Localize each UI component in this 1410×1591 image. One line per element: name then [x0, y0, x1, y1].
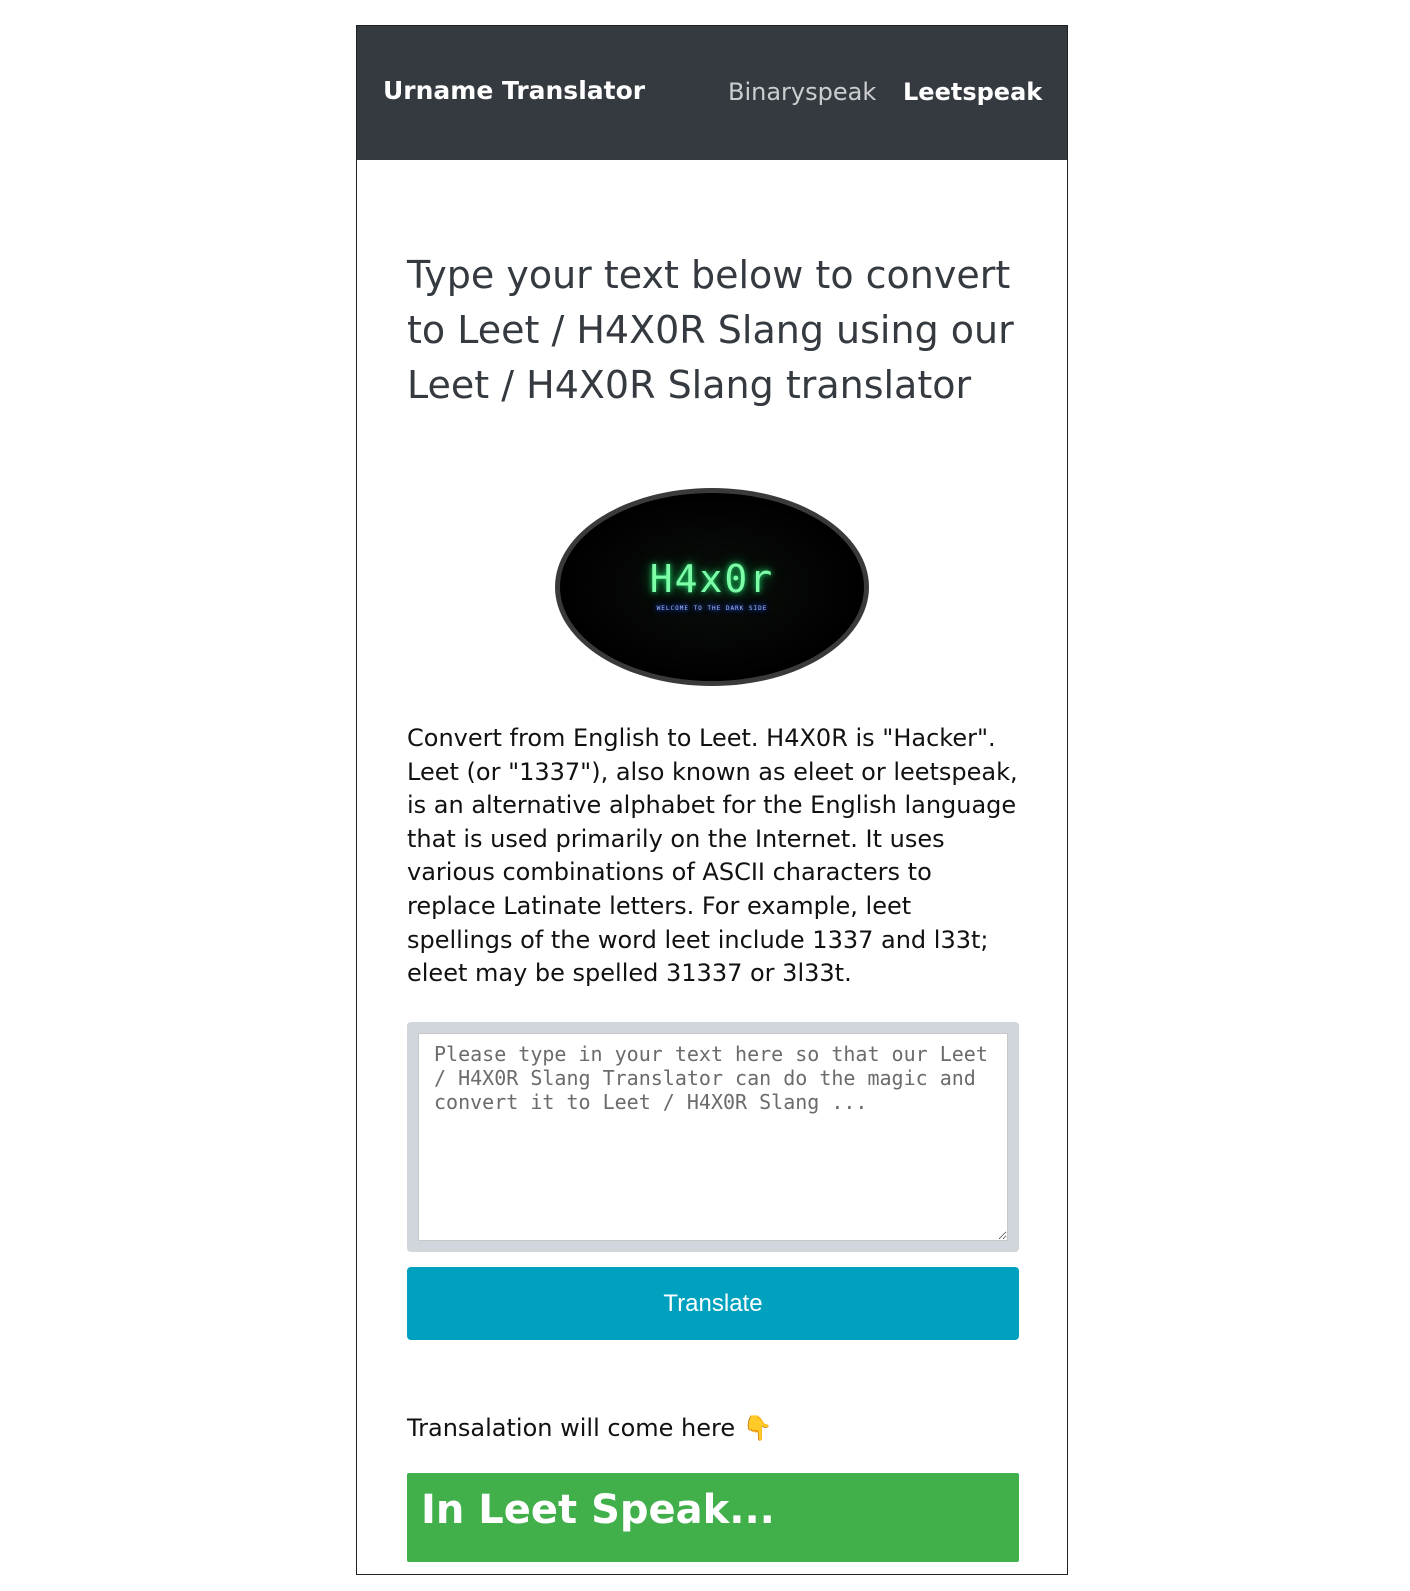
page-frame: Urname Translator Binaryspeak Leetspeak … — [356, 25, 1068, 1575]
input-container — [407, 1022, 1019, 1252]
navbar: Urname Translator Binaryspeak Leetspeak — [357, 26, 1067, 160]
nav-link-leetspeak[interactable]: Leetspeak — [903, 78, 1042, 106]
logo-subtitle: WELCOME TO THE DARK SIDE — [656, 604, 768, 612]
page-title: Type your text below to convert to Leet … — [407, 253, 1014, 407]
translate-button[interactable]: Translate — [407, 1267, 1019, 1340]
brand-logo-link[interactable]: Urname Translator — [383, 76, 645, 105]
result-box: In Leet Speak... — [407, 1473, 1019, 1562]
description-text: Convert from English to Leet. H4X0R is "… — [407, 724, 1018, 988]
nav-link-binaryspeak[interactable]: Binaryspeak — [728, 78, 876, 106]
h4x0r-logo-image: H4x0r WELCOME TO THE DARK SIDE — [555, 488, 869, 686]
text-input[interactable] — [418, 1033, 1008, 1241]
result-text: In Leet Speak... — [421, 1487, 775, 1533]
result-label: Transalation will come here 👇 — [407, 1414, 773, 1442]
logo-title: H4x0r — [649, 556, 775, 601]
